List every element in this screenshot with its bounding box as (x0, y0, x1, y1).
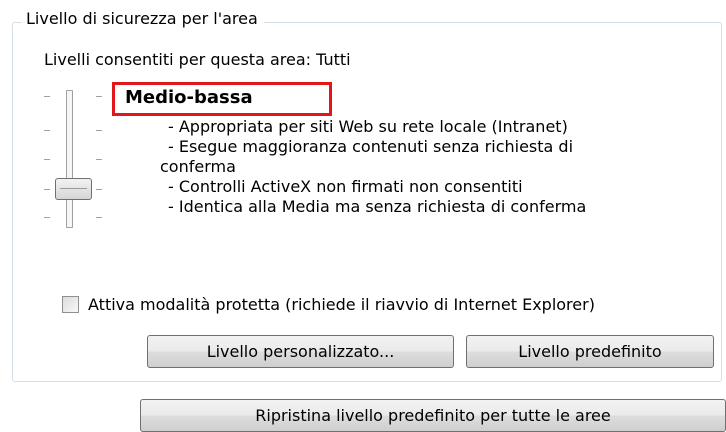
slider-tick (96, 130, 102, 131)
slider-tick (44, 189, 50, 190)
slider-track[interactable] (66, 90, 73, 228)
slider-tick (44, 217, 50, 218)
slider-tick (96, 189, 102, 190)
default-level-button[interactable]: Livello predefinito (466, 335, 714, 368)
security-settings-panel: Livello di sicurezza per l'area Livelli … (0, 0, 726, 432)
reset-all-zones-button[interactable]: Ripristina livello predefinito per tutte… (140, 399, 726, 432)
security-level-description: - Appropriata per siti Web su rete local… (160, 117, 680, 217)
description-line: - Controlli ActiveX non firmati non cons… (168, 177, 523, 196)
slider-tick (44, 96, 50, 97)
description-line: conferma (160, 157, 236, 176)
description-line: - Identica alla Media ma senza richiesta… (168, 197, 587, 216)
slider-tick (44, 130, 50, 131)
description-line: - Esegue maggioranza contenuti senza ric… (168, 137, 574, 156)
slider-tick (96, 217, 102, 218)
protected-mode-label[interactable]: Attiva modalità protetta (richiede il ri… (88, 294, 595, 316)
slider-tick (96, 96, 102, 97)
custom-level-button[interactable]: Livello personalizzato... (147, 335, 454, 368)
slider-thumb[interactable] (55, 178, 92, 200)
protected-mode-checkbox[interactable] (62, 296, 79, 313)
groupbox-title: Livello di sicurezza per l'area (22, 9, 264, 29)
security-level-name: Medio-bassa (112, 82, 332, 116)
description-line: - Appropriata per siti Web su rete local… (168, 117, 568, 136)
slider-tick (96, 159, 102, 160)
allowed-levels-text: Livelli consentiti per questa area: Tutt… (44, 50, 351, 69)
slider-tick (44, 159, 50, 160)
